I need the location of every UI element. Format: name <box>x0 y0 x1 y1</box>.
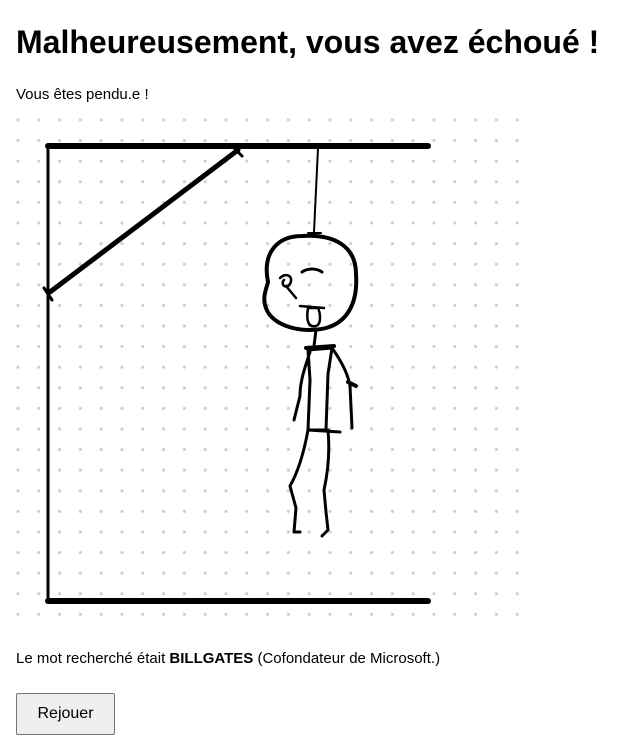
hips <box>306 428 342 434</box>
dot-grid-background <box>10 112 530 628</box>
shoulders <box>304 344 336 350</box>
replay-button[interactable]: Rejouer <box>16 693 115 735</box>
answer-prefix: Le mot recherché était <box>16 650 170 667</box>
hangman-drawing <box>10 112 530 628</box>
status-message: Vous êtes pendu.e ! <box>16 86 149 103</box>
page-title: Malheureusement, vous avez échoué ! <box>16 24 600 60</box>
neck <box>312 328 318 348</box>
answer-line: Le mot recherché était BILLGATES (Cofond… <box>16 650 440 668</box>
answer-hint: (Cofondateur de Microsoft.) <box>253 650 441 667</box>
answer-word: BILLGATES <box>169 650 254 667</box>
